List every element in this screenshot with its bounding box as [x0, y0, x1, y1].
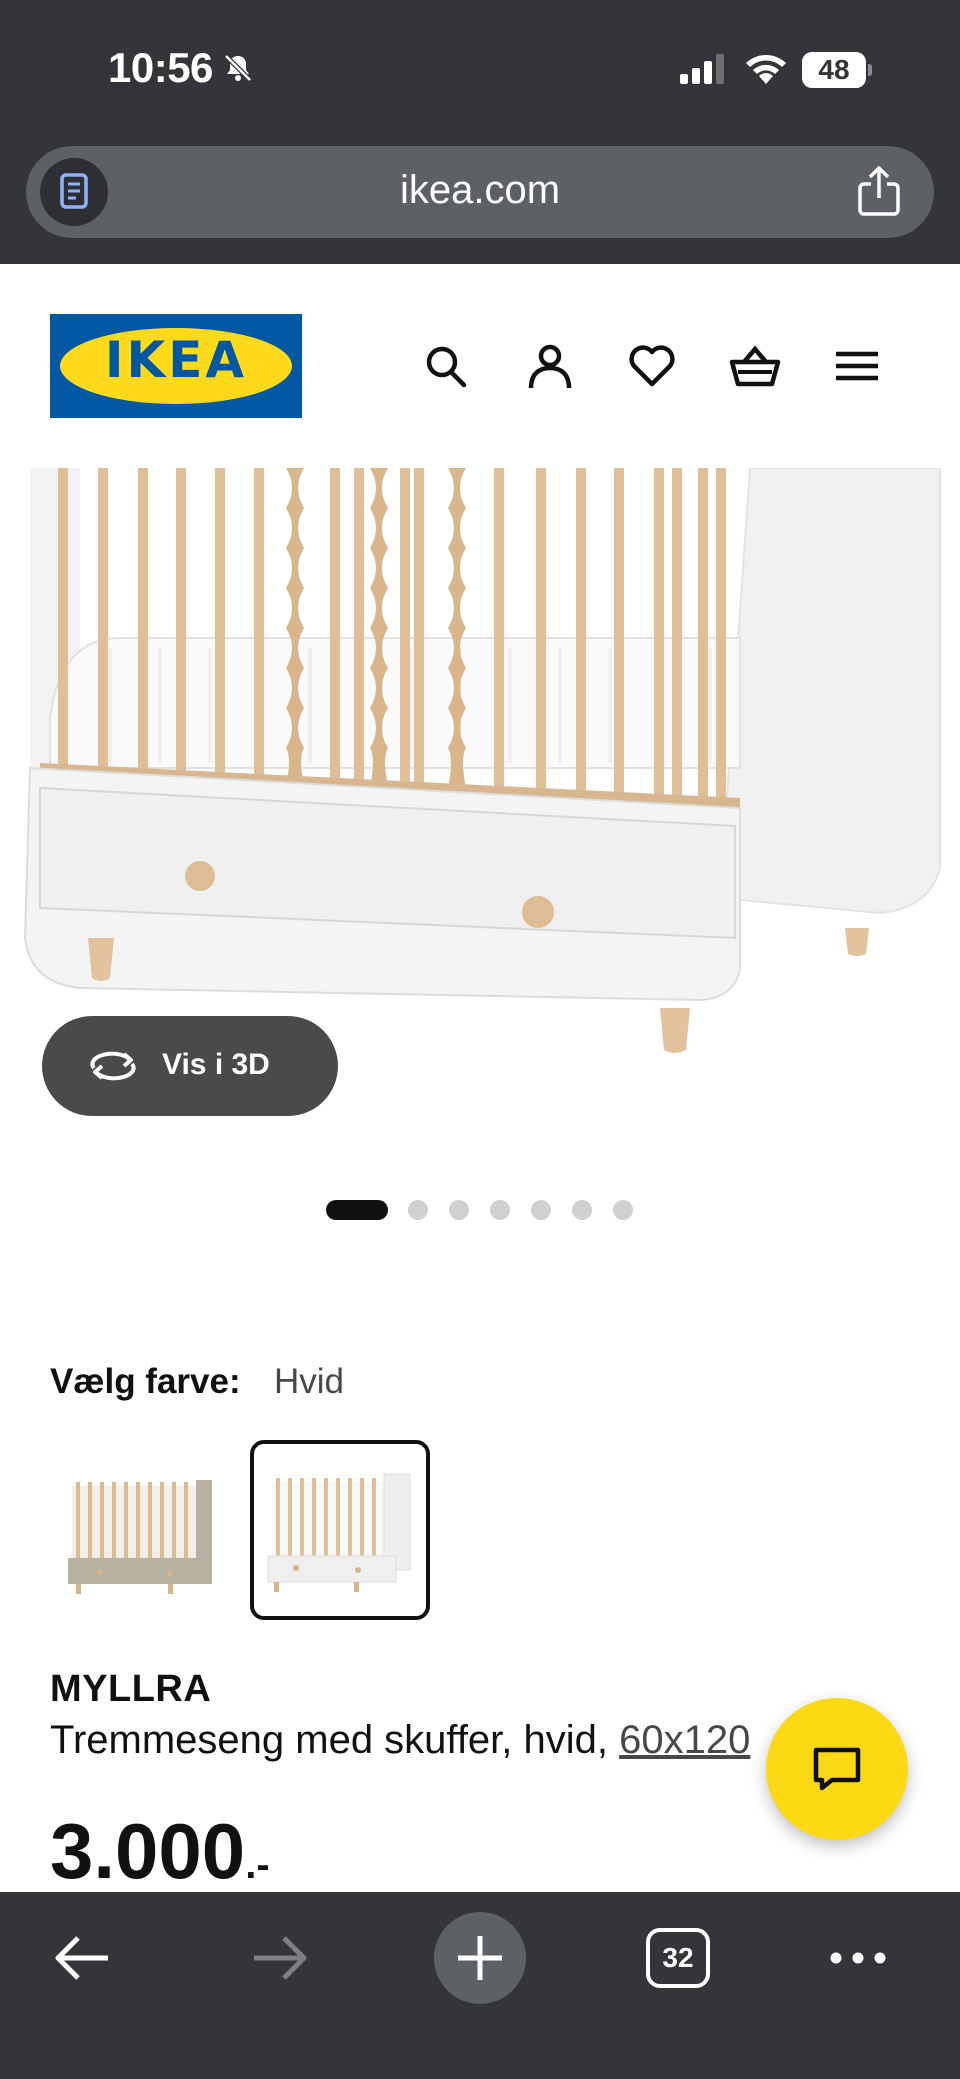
crib-thumbnail-beige	[68, 1480, 212, 1594]
gallery-dot-2[interactable]	[408, 1200, 428, 1220]
status-time: 10:56	[108, 44, 213, 91]
color-picker-label: Vælg farve:	[50, 1362, 241, 1401]
chat-button[interactable]	[766, 1698, 908, 1840]
crib-thumbnail-white	[267, 1473, 411, 1592]
silent-bell-icon	[224, 54, 252, 82]
product-description: Tremmeseng med skuffer, hvid, 60x120	[50, 1718, 750, 1763]
browser-bottom-bar: 32	[0, 1892, 960, 2079]
new-tab-button[interactable]	[434, 1912, 526, 2004]
more-options-icon[interactable]	[826, 1924, 890, 1992]
battery-tip	[868, 64, 872, 76]
gallery-dot-1[interactable]	[326, 1200, 388, 1220]
color-swatch-beige[interactable]	[50, 1440, 230, 1620]
account-icon[interactable]	[523, 338, 577, 394]
share-icon[interactable]	[854, 164, 904, 218]
search-icon[interactable]	[420, 338, 474, 394]
product-price: 3.000.-	[50, 1806, 270, 1897]
price-suffix: .-	[245, 1843, 270, 1887]
cellular-signal-icon	[680, 54, 724, 84]
wifi-icon	[746, 55, 786, 84]
color-picker-value: Hvid	[274, 1362, 345, 1401]
browser-top-bar: 10:56 48 ikea.com	[0, 0, 960, 264]
basket-icon[interactable]	[728, 338, 782, 394]
color-swatch-white[interactable]	[250, 1440, 430, 1620]
heart-icon[interactable]	[625, 338, 679, 394]
view-in-3d-button[interactable]: Vis i 3D	[42, 1016, 338, 1116]
tab-switcher-button[interactable]: 32	[646, 1928, 710, 1988]
price-amount: 3.000	[50, 1807, 246, 1895]
gallery-dot-3[interactable]	[449, 1200, 469, 1220]
gallery-dot-6[interactable]	[572, 1200, 592, 1220]
plus-icon	[458, 1936, 502, 1980]
address-bar[interactable]: ikea.com	[26, 146, 934, 238]
crib-illustration	[23, 468, 941, 1053]
rotate-3d-icon	[90, 1051, 136, 1081]
back-arrow-icon[interactable]	[50, 1924, 114, 1992]
url-text[interactable]: ikea.com	[26, 168, 934, 213]
forward-arrow-icon[interactable]	[248, 1924, 312, 1992]
gallery-dot-5[interactable]	[531, 1200, 551, 1220]
ikea-logo[interactable]: IKEA	[50, 314, 302, 418]
logo-text: IKEA	[104, 331, 248, 389]
gallery-dot-4[interactable]	[490, 1200, 510, 1220]
battery-indicator: 48	[802, 52, 872, 88]
chat-icon	[813, 1747, 861, 1791]
product-name: MYLLRA	[50, 1668, 212, 1710]
gallery-dot-7[interactable]	[613, 1200, 633, 1220]
menu-icon[interactable]	[830, 338, 884, 394]
product-image[interactable]	[0, 468, 960, 1080]
product-size-link[interactable]: 60x120	[619, 1718, 750, 1762]
view-in-3d-label: Vis i 3D	[162, 1048, 270, 1081]
battery-level: 48	[802, 52, 866, 88]
product-description-text: Tremmeseng med skuffer, hvid,	[50, 1718, 620, 1762]
